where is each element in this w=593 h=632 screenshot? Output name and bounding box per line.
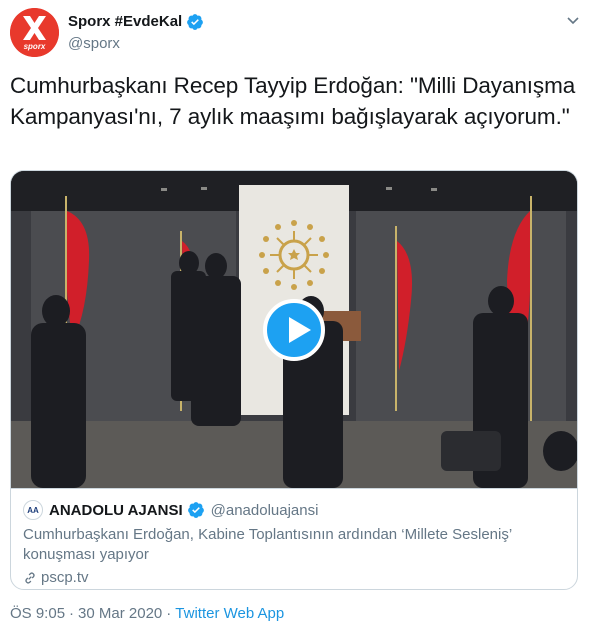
avatar-text: sporx — [23, 42, 46, 51]
link-card[interactable]: AA ANADOLU AJANSI @anadoluajansi Cumhurb… — [10, 170, 578, 590]
tweet-header: sporx Sporx #EvdeKal @sporx — [10, 8, 583, 57]
author-name-row[interactable]: Sporx #EvdeKal — [68, 12, 204, 32]
anadolu-logo-icon: AA — [23, 500, 43, 520]
tweet-date[interactable]: 30 Mar 2020 — [78, 605, 162, 622]
link-icon — [25, 572, 35, 583]
tweet-time[interactable]: ÖS 9:05 — [10, 605, 65, 622]
verified-badge-icon — [187, 502, 204, 518]
card-link-text[interactable]: pscp.tv — [41, 569, 89, 586]
source-app-link[interactable]: Twitter Web App — [175, 605, 284, 622]
separator: · — [166, 605, 172, 622]
avatar[interactable]: sporx — [10, 8, 59, 57]
tweet-footer: ÖS 9:05 · 30 Mar 2020 · Twitter Web App — [10, 605, 284, 622]
card-source-handle: @anadoluajansi — [210, 501, 319, 519]
chevron-down-icon[interactable] — [565, 12, 581, 28]
verified-badge-icon — [187, 14, 204, 30]
card-description: Cumhurbaşkanı Erdoğan, Kabine Toplantısı… — [23, 526, 512, 563]
tweet-text: Cumhurbaşkanı Recep Tayyip Erdoğan: "Mil… — [10, 73, 576, 129]
author-handle[interactable]: @sporx — [68, 34, 204, 54]
card-source-name: ANADOLU AJANSI — [49, 501, 183, 519]
card-link[interactable]: pscp.tv — [23, 569, 567, 586]
card-source-row: AA ANADOLU AJANSI @anadoluajansi — [23, 499, 567, 521]
display-name[interactable]: Sporx #EvdeKal — [68, 12, 182, 32]
video-thumbnail[interactable] — [11, 171, 577, 488]
card-meta[interactable]: AA ANADOLU AJANSI @anadoluajansi Cumhurb… — [11, 488, 577, 589]
separator: · — [69, 605, 75, 622]
author-block: Sporx #EvdeKal @sporx — [68, 12, 204, 54]
play-icon[interactable] — [263, 299, 325, 361]
